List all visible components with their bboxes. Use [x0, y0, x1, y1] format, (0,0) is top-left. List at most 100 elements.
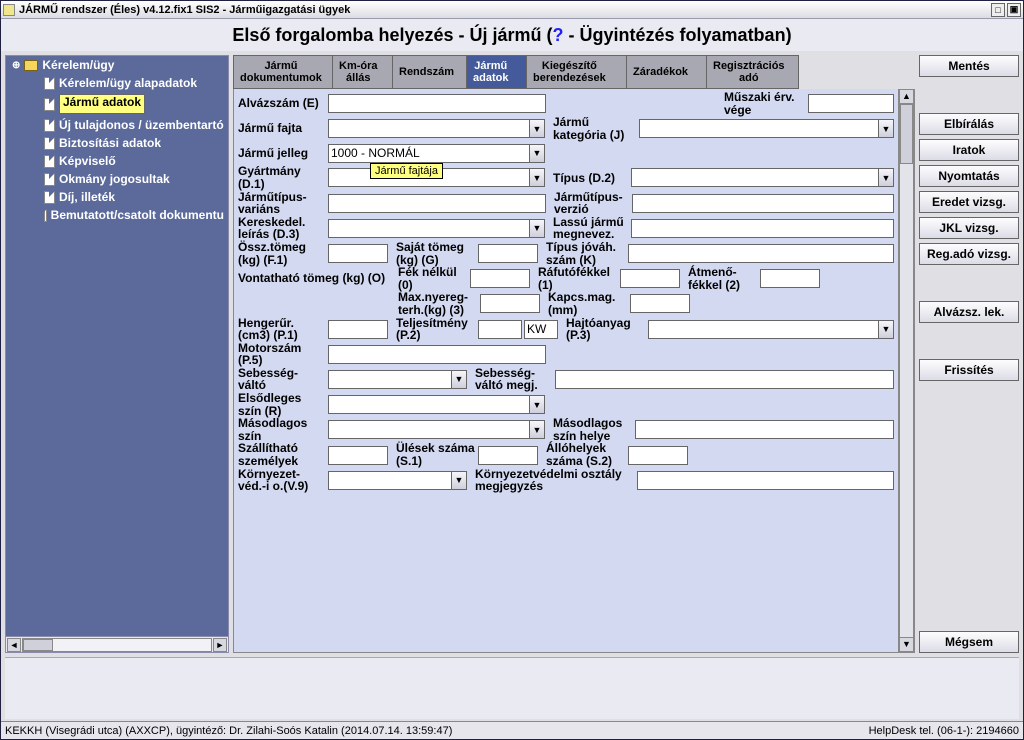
input-sebessegvalto-megj[interactable]: [555, 370, 894, 389]
jkl-button[interactable]: JKL vizsg.: [919, 217, 1019, 239]
tab-jarmu-dokumentumok[interactable]: Járműdokumentumok: [233, 55, 333, 89]
input-hengerur[interactable]: [328, 320, 388, 339]
scroll-right-icon[interactable]: ►: [213, 638, 227, 652]
lbl-tipus: Típus (D.2): [553, 172, 629, 185]
input-sebessegvalto[interactable]: [328, 370, 452, 389]
scroll-left-icon[interactable]: ◄: [7, 638, 21, 652]
iratok-button[interactable]: Iratok: [919, 139, 1019, 161]
chevron-down-icon[interactable]: ▼: [529, 119, 545, 138]
scroll-track[interactable]: [22, 638, 212, 652]
scroll-up-icon[interactable]: ▲: [899, 89, 914, 104]
input-jarmu-jelleg[interactable]: [328, 144, 530, 163]
chevron-down-icon[interactable]: ▼: [878, 320, 894, 339]
tab-kiegeszito[interactable]: Kiegészítőberendezések: [527, 55, 627, 89]
lbl-sajattomeg: Saját tömeg (kg) (G): [396, 241, 476, 266]
form-scroll: Jármű fajtája Alvázszám (E) Műszaki érv.…: [233, 89, 915, 653]
lbl-lassu: Lassú jármű megnevez.: [553, 216, 629, 241]
scroll-track[interactable]: [899, 104, 914, 637]
tab-kmora-allas[interactable]: Km-óraállás: [333, 55, 393, 89]
input-kornyezet[interactable]: [328, 471, 452, 490]
tab-zaradekok[interactable]: Záradékok: [627, 55, 707, 89]
chevron-down-icon[interactable]: ▼: [451, 370, 467, 389]
scroll-down-icon[interactable]: ▼: [899, 637, 914, 652]
input-motorszam[interactable]: [328, 345, 546, 364]
input-ossztomeg[interactable]: [328, 244, 388, 263]
work-area: ⊕ Kérelem/ügy Kérelem/ügy alapadatok Jár…: [1, 51, 1023, 657]
input-jarmu-fajta[interactable]: [328, 119, 530, 138]
frissites-button[interactable]: Frissítés: [919, 359, 1019, 381]
input-hajtoanyag[interactable]: [648, 320, 879, 339]
lower-placeholder: [5, 657, 1019, 719]
tree-item[interactable]: Biztosítási adatok: [6, 134, 228, 152]
tab-regisztracios-ado[interactable]: Regisztrációsadó: [707, 55, 799, 89]
input-sajattomeg[interactable]: [478, 244, 538, 263]
input-jarmu-kategoria[interactable]: [639, 119, 879, 138]
input-masodlagos-szin[interactable]: [328, 420, 530, 439]
tree-item[interactable]: Díj, illeték: [6, 188, 228, 206]
chevron-down-icon[interactable]: ▼: [529, 219, 545, 238]
lbl-kapcs: Kapcs.mag. (mm): [548, 291, 628, 316]
scroll-thumb[interactable]: [900, 104, 913, 164]
input-szallithato[interactable]: [328, 446, 388, 465]
input-kereskedel[interactable]: [328, 219, 530, 238]
tree-item[interactable]: Bemutatott/csatolt dokumentu: [6, 206, 228, 224]
save-button[interactable]: Mentés: [919, 55, 1019, 77]
tree-item[interactable]: Képviselő: [6, 152, 228, 170]
minimize-button[interactable]: □: [991, 3, 1005, 17]
doc-icon: [44, 209, 47, 222]
input-alvazszam[interactable]: [328, 94, 546, 113]
chevron-down-icon[interactable]: ▼: [529, 420, 545, 439]
chevron-down-icon[interactable]: ▼: [878, 119, 894, 138]
input-rafutofek[interactable]: [620, 269, 680, 288]
input-allohelyek[interactable]: [628, 446, 688, 465]
lbl-sebessegvalto-megj: Sebesség-váltó megj.: [475, 367, 553, 392]
input-masodlagos-szin-helye[interactable]: [635, 420, 894, 439]
chevron-down-icon[interactable]: ▼: [529, 144, 545, 163]
input-jarmutipus-ver[interactable]: [632, 194, 894, 213]
chevron-down-icon[interactable]: ▼: [529, 395, 545, 414]
tab-label: Kiegészítőberendezések: [533, 60, 606, 84]
input-elsodleges-szin[interactable]: [328, 395, 530, 414]
chevron-down-icon[interactable]: ▼: [451, 471, 467, 490]
regado-button[interactable]: Reg.adó vizsg.: [919, 243, 1019, 265]
chevron-down-icon[interactable]: ▼: [529, 168, 545, 187]
tree-hscroll[interactable]: ◄ ►: [5, 637, 229, 653]
input-ulesek[interactable]: [478, 446, 538, 465]
tree-item[interactable]: Új tulajdonos / üzembentartó: [6, 116, 228, 134]
input-kapcs[interactable]: [630, 294, 690, 313]
nyomtatas-button[interactable]: Nyomtatás: [919, 165, 1019, 187]
chevron-down-icon[interactable]: ▼: [878, 168, 894, 187]
input-max-nyereg[interactable]: [480, 294, 540, 313]
tab-label: Regisztrációsadó: [713, 60, 785, 84]
lbl-vontathato: Vontatható tömeg (kg) (O): [238, 272, 396, 285]
alvazsz-button[interactable]: Alvázsz. lek.: [919, 301, 1019, 323]
form-vscroll[interactable]: ▲ ▼: [898, 89, 914, 652]
input-kornyezet-megj[interactable]: [637, 471, 894, 490]
input-tipus-jovah[interactable]: [628, 244, 894, 263]
input-fek-nelkul[interactable]: [470, 269, 530, 288]
maximize-button[interactable]: ▣: [1007, 3, 1021, 17]
input-kw[interactable]: [524, 320, 558, 339]
scroll-thumb[interactable]: [23, 639, 53, 651]
megsem-button[interactable]: Mégsem: [919, 631, 1019, 653]
lbl-gyartmany: Gyártmány (D.1): [238, 165, 326, 190]
elbiralas-button[interactable]: Elbírálás: [919, 113, 1019, 135]
lbl-masodlagos-szin-helye: Másodlagos szín helye: [553, 417, 633, 442]
tab-jarmu-adatok[interactable]: Járműadatok: [467, 55, 527, 89]
input-lassu[interactable]: [631, 219, 894, 238]
input-muszaki-erv[interactable]: [808, 94, 894, 113]
input-teljesitmeny[interactable]: [478, 320, 522, 339]
nav-tree[interactable]: ⊕ Kérelem/ügy Kérelem/ügy alapadatok Jár…: [5, 55, 229, 637]
input-jarmutipus-var[interactable]: [328, 194, 546, 213]
tab-rendszam[interactable]: Rendszám: [393, 55, 467, 89]
tree-item[interactable]: Kérelem/ügy alapadatok: [6, 74, 228, 92]
tree-item[interactable]: Jármű adatok: [6, 92, 228, 116]
lbl-tipus-jovah: Típus jóváh. szám (K): [546, 241, 626, 266]
input-atmenofek[interactable]: [760, 269, 820, 288]
page-title-q[interactable]: ?: [553, 25, 564, 45]
lbl-jarmu-fajta: Jármű fajta: [238, 122, 326, 135]
eredet-button[interactable]: Eredet vizsg.: [919, 191, 1019, 213]
tree-root[interactable]: ⊕ Kérelem/ügy: [6, 56, 228, 74]
tree-item[interactable]: Okmány jogosultak: [6, 170, 228, 188]
input-tipus[interactable]: [631, 168, 879, 187]
